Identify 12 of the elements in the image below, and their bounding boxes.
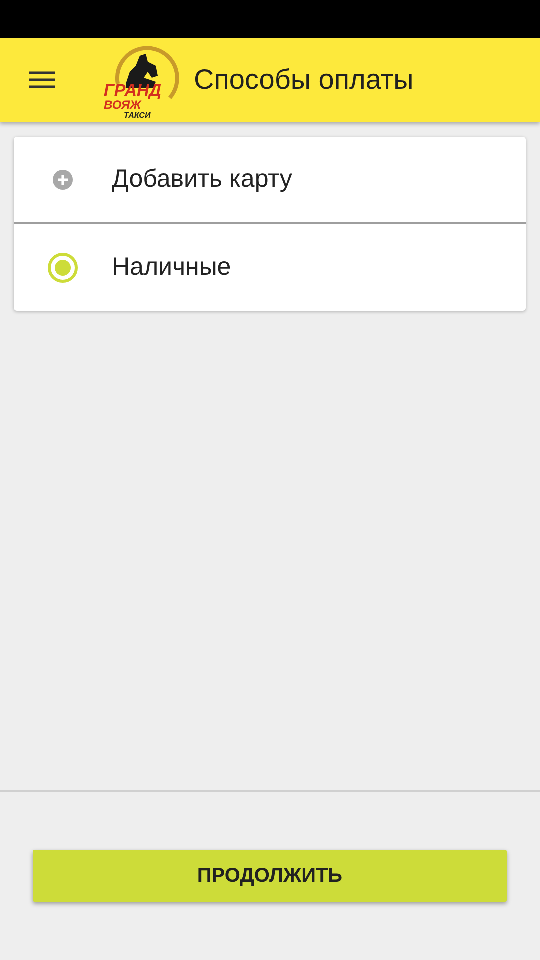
option-label: Добавить карту [112, 164, 292, 195]
add-icon [53, 170, 73, 190]
option-label: Наличные [112, 252, 232, 283]
payment-option[interactable]: Добавить карту [14, 137, 526, 224]
logo-text: ГРАНД [104, 82, 162, 99]
logo-text: ТАКСИ [124, 111, 152, 120]
logo-text: ВОЯЖ [104, 99, 142, 111]
payment-option[interactable]: Наличные [14, 224, 526, 311]
screen-title: Способы оплаты [194, 63, 414, 97]
continue-button[interactable]: ПРОДОЛЖИТЬ [33, 850, 507, 902]
radio-button[interactable] [48, 252, 78, 282]
menu-icon [29, 71, 55, 89]
